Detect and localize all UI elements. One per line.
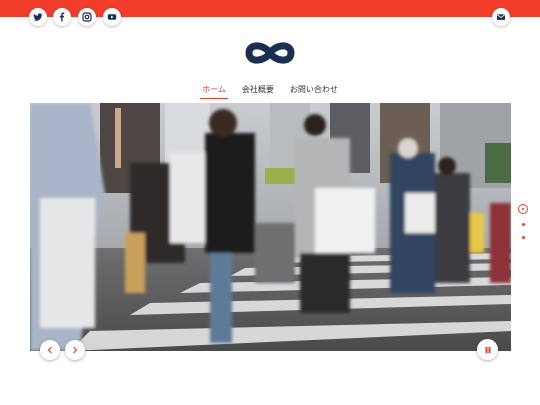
facebook-icon[interactable] <box>53 8 71 26</box>
slider-dot-1[interactable] <box>518 204 528 214</box>
nav-item-home[interactable]: ホーム <box>200 84 228 99</box>
pause-icon <box>485 346 490 353</box>
infinity-logo[interactable] <box>241 38 299 68</box>
nav-item-company[interactable]: 会社概要 <box>240 84 276 96</box>
mail-icon[interactable] <box>492 8 510 26</box>
slider-next-button[interactable] <box>65 340 85 360</box>
hero-slider-image <box>30 103 511 351</box>
instagram-icon[interactable] <box>78 8 96 26</box>
main-nav: ホーム 会社概要 お問い合わせ <box>0 84 540 99</box>
twitter-icon[interactable] <box>29 8 47 26</box>
slider-dot-3[interactable] <box>522 236 525 239</box>
nav-item-contact[interactable]: お問い合わせ <box>288 84 340 96</box>
chevron-left-icon <box>47 346 52 354</box>
slider-prev-button[interactable] <box>40 340 60 360</box>
youtube-icon[interactable] <box>103 8 121 26</box>
slider-dot-2[interactable] <box>522 223 525 226</box>
chevron-right-icon <box>73 346 78 354</box>
slider-pause-button[interactable] <box>477 339 498 360</box>
